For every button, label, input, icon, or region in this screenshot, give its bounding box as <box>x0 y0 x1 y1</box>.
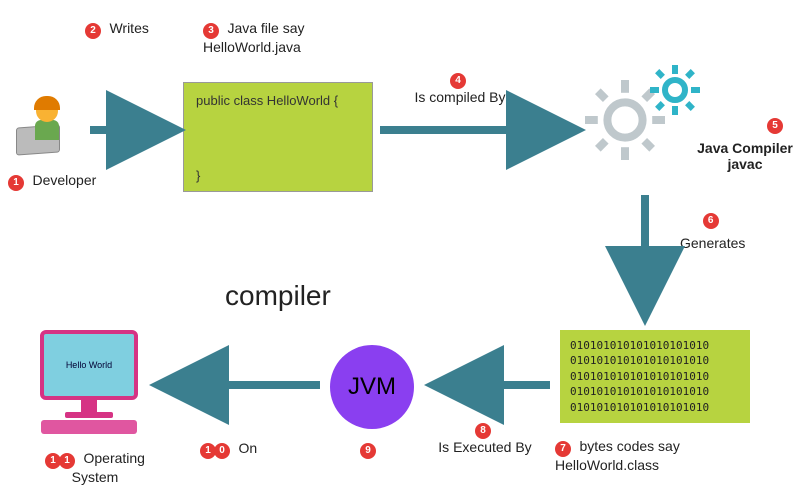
arrows <box>0 0 800 500</box>
